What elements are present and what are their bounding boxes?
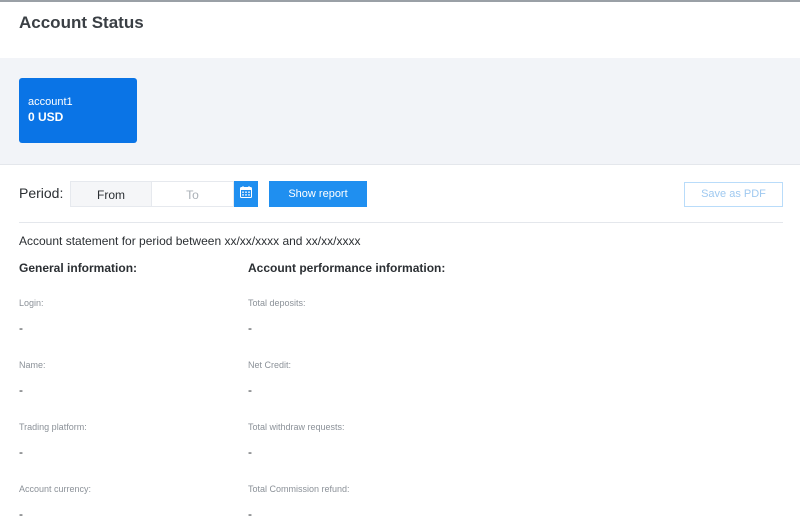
- field-value: -: [19, 507, 23, 521]
- to-date-input[interactable]: To: [152, 181, 234, 207]
- total-commission-refund-field: Total Commission refund: -: [248, 484, 445, 529]
- total-deposits-field: Total deposits: -: [248, 298, 445, 359]
- field-value: -: [248, 445, 252, 459]
- save-as-pdf-button[interactable]: Save as PDF: [684, 182, 783, 207]
- field-label: Total withdraw requests:: [248, 422, 345, 432]
- field-label: Total Commission refund:: [248, 484, 350, 494]
- net-credit-field: Net Credit: -: [248, 360, 445, 421]
- calendar-button[interactable]: [234, 181, 258, 207]
- trading-platform-field: Trading platform: -: [19, 422, 137, 483]
- page-title: Account Status: [19, 13, 144, 32]
- calendar-icon: [240, 185, 252, 203]
- field-value: -: [248, 383, 252, 397]
- from-date-input[interactable]: From: [70, 181, 152, 207]
- field-value: -: [19, 383, 23, 397]
- performance-information-section: Account performance information: Total d…: [248, 261, 445, 529]
- login-field: Login: -: [19, 298, 137, 359]
- account-balance: 0 USD: [28, 110, 64, 124]
- account-card[interactable]: account1 0 USD: [19, 78, 137, 143]
- general-information-section: General information: Login: - Name: - Tr…: [19, 261, 137, 529]
- page-header: Account Status: [0, 2, 800, 58]
- field-label: Trading platform:: [19, 422, 87, 432]
- account-status-page: Account Status account1 0 USD Period: Fr…: [0, 0, 800, 529]
- total-withdraw-requests-field: Total withdraw requests: -: [248, 422, 445, 483]
- statement-period-text: Account statement for period between xx/…: [19, 234, 361, 248]
- performance-information-heading: Account performance information:: [248, 261, 446, 275]
- name-field: Name: -: [19, 360, 137, 421]
- field-label: Login:: [19, 298, 44, 308]
- field-label: Net Credit:: [248, 360, 292, 370]
- account-currency-field: Account currency: -: [19, 484, 137, 529]
- field-value: -: [248, 507, 252, 521]
- field-label: Account currency:: [19, 484, 92, 494]
- show-report-button[interactable]: Show report: [269, 181, 367, 207]
- period-label: Period:: [19, 185, 64, 201]
- field-label: Name:: [19, 360, 46, 370]
- field-value: -: [248, 321, 252, 335]
- field-value: -: [19, 445, 23, 459]
- accounts-band: account1 0 USD: [0, 58, 800, 165]
- general-information-heading: General information:: [19, 261, 138, 275]
- period-toolbar: Period: From To Show report Save as PDF: [19, 165, 783, 223]
- field-label: Total deposits:: [248, 298, 306, 308]
- account-name: account1: [28, 96, 73, 108]
- field-value: -: [19, 321, 23, 335]
